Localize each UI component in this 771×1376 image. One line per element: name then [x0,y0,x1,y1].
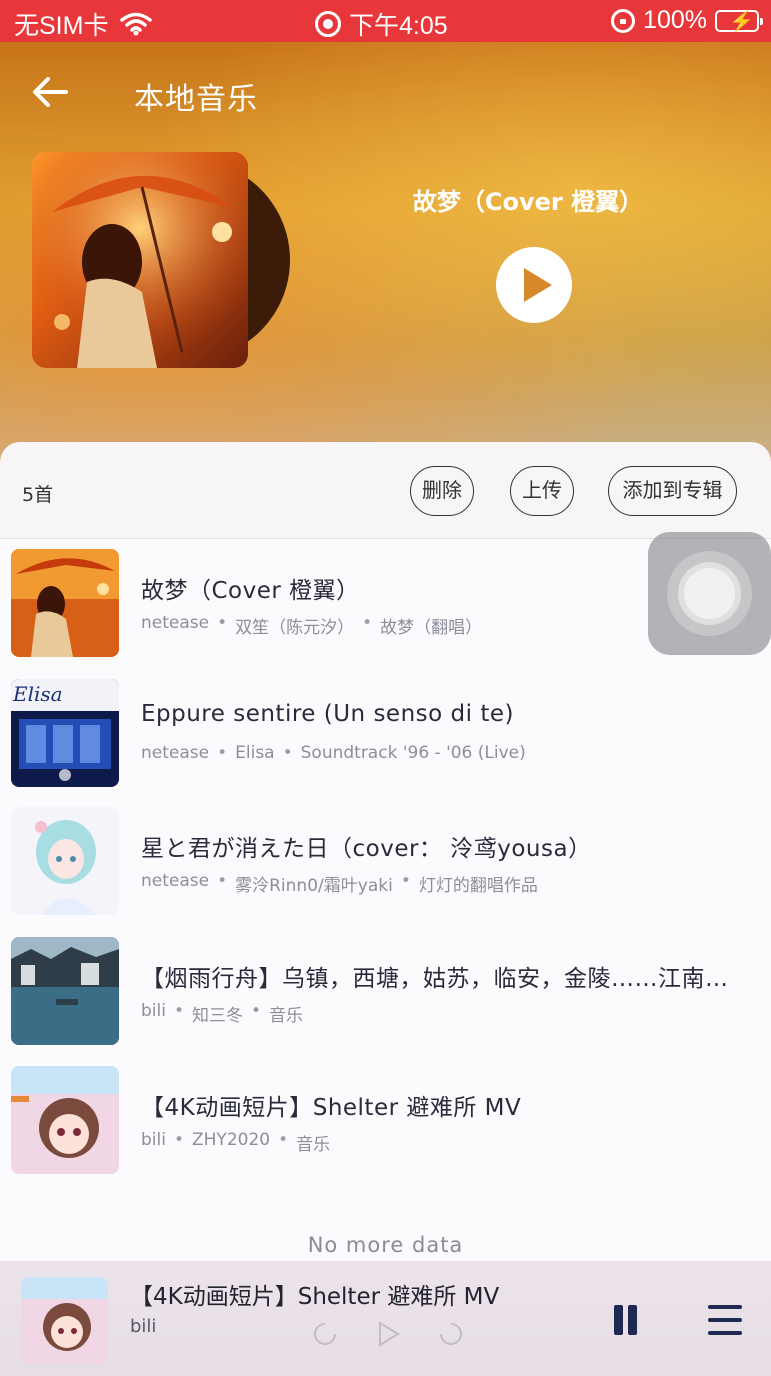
song-artist: 知三冬 [192,1006,243,1026]
song-album: 音乐 [296,1135,331,1155]
list-item[interactable]: Elisa Eppure sentire (Un senso di te) ne… [0,669,771,797]
play-ghost-icon [379,1321,400,1347]
list-item[interactable]: 【烟雨行舟】乌镇，西塘，姑苏，临安，金陵……江南… bili • 知三冬 • 音乐 [0,927,771,1055]
song-count: 5首 [22,484,54,506]
song-artist: 双笙（陈元汐） [235,618,355,638]
now-playing-title: 故梦（Cover 橙翼） [412,188,644,216]
song-title: Eppure sentire (Un senso di te) [141,701,514,727]
play-all-button[interactable] [496,247,572,323]
song-artist: 雾泠Rinn0/霜叶yaki [235,876,393,896]
song-thumbnail [11,807,119,915]
song-meta: bili • ZHY2020 • 音乐 [141,1130,331,1155]
upload-button[interactable]: 上传 [510,466,574,516]
battery-icon: ⚡ [715,9,763,33]
forward-icon [440,1323,462,1345]
song-title: 【4K动画短片】Shelter 避难所 MV [141,1095,522,1121]
song-album: 灯灯的翻唱作品 [418,876,538,896]
song-thumbnail [11,937,119,1045]
screen-record-icon [315,11,341,37]
carrier-label: 无SIM卡 [14,12,109,40]
status-bar: 无SIM卡 下午4:05 100% ⚡ [0,0,771,42]
mini-player[interactable]: 【4K动画短片】Shelter 避难所 MV bili [0,1261,771,1376]
song-title: 星と君が消えた日（cover： 泠鸢yousa） [141,836,592,862]
list-item[interactable]: 星と君が消えた日（cover： 泠鸢yousa） netease • 雾泠Rinn… [0,797,771,925]
song-source: netease [141,871,210,891]
album-header: 本地音乐 故梦（Cover 橙翼） [0,42,771,462]
song-source: netease [141,613,210,633]
song-source: netease [141,743,210,763]
rotation-lock-icon [611,8,636,33]
song-album: 故梦（翻唱） [380,618,483,638]
list-end-label: No more data [307,1233,464,1257]
song-album: 音乐 [269,1006,304,1026]
mini-player-title: 【4K动画短片】Shelter 避难所 MV [130,1284,500,1310]
album-art-text: Elisa [12,682,63,706]
list-item[interactable]: 【4K动画短片】Shelter 避难所 MV bili • ZHY2020 • 音乐 [0,1056,771,1184]
song-thumbnail [11,1066,119,1174]
song-thumbnail: Elisa [11,679,119,787]
album-cover[interactable] [32,152,248,368]
clock: 下午4:05 [349,12,448,40]
song-thumbnail [11,549,119,657]
song-source: bili [141,1001,166,1021]
song-title: 【烟雨行舟】乌镇，西塘，姑苏，临安，金陵……江南… [141,966,729,992]
pause-button[interactable] [612,1305,642,1337]
song-meta: netease • 双笙（陈元汐） • 故梦（翻唱） [141,613,483,638]
page-title: 本地音乐 [134,82,258,117]
song-artist: ZHY2020 [192,1130,271,1150]
assistive-touch-button[interactable] [648,532,771,655]
wifi-icon [120,12,153,36]
song-meta: netease • 雾泠Rinn0/霜叶yaki • 灯灯的翻唱作品 [141,871,538,896]
list-toolbar: 5首 删除 上传 添加到专辑 [0,442,771,539]
song-artist: Elisa [235,743,275,763]
rewind-icon [314,1323,336,1345]
playlist-menu-button[interactable] [708,1305,744,1337]
add-to-album-button[interactable]: 添加到专辑 [608,466,737,516]
song-source: bili [141,1130,166,1150]
delete-button[interactable]: 删除 [410,466,474,516]
song-meta: netease • Elisa • Soundtrack '96 - '06 (Li… [141,743,526,763]
back-arrow-icon[interactable] [30,72,70,112]
battery-percent: 100% [643,6,707,34]
song-meta: bili • 知三冬 • 音乐 [141,1001,304,1026]
mini-player-thumbnail[interactable] [21,1277,108,1364]
mini-player-source: bili [130,1316,157,1337]
song-album: Soundtrack '96 - '06 (Live) [300,743,526,763]
